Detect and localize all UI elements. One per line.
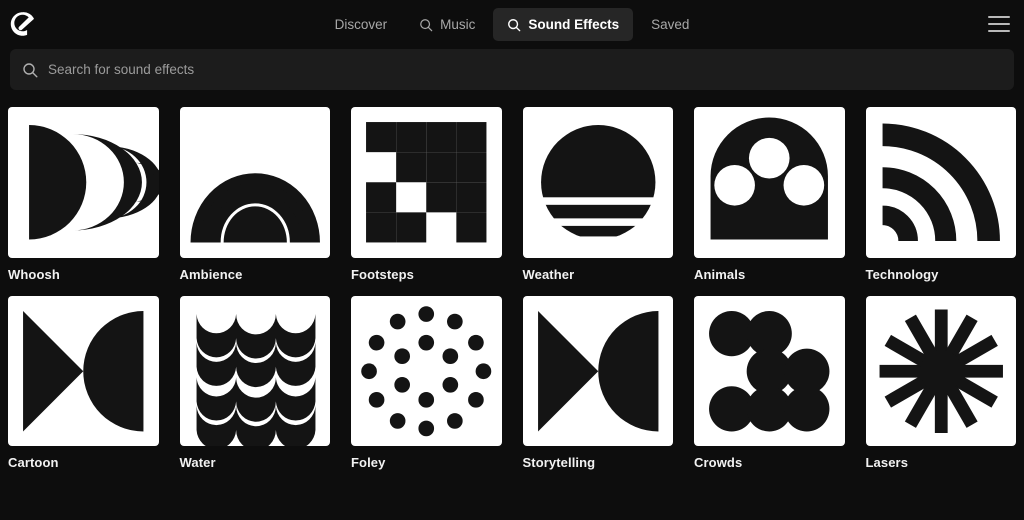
hamburger-line (988, 16, 1010, 18)
category-label: Crowds (694, 455, 743, 470)
water-icon (179, 295, 330, 446)
category-label: Lasers (865, 455, 909, 470)
category-label: Cartoon (8, 455, 59, 470)
category-label: Animals (694, 266, 746, 282)
primary-nav: Discover Music Sound Effects Saved (321, 0, 704, 49)
hamburger-menu-icon[interactable] (988, 14, 1010, 34)
search-input[interactable] (48, 62, 1002, 77)
epidemic-sound-logo-icon[interactable] (8, 10, 36, 38)
nav-label-discover: Discover (334, 17, 388, 32)
technology-icon (865, 107, 1016, 258)
category-label: Weather (522, 266, 575, 282)
category-tile-technology[interactable]: Technology (865, 107, 1016, 282)
hamburger-line (988, 30, 1010, 32)
nav-item-sound-effects[interactable]: Sound Effects (493, 8, 634, 41)
category-tile-weather[interactable]: Weather (522, 107, 673, 282)
foley-icon (351, 295, 502, 446)
category-tile-ambience[interactable]: Ambience (179, 107, 330, 282)
whoosh-icon (8, 107, 159, 258)
nav-label-saved: Saved (651, 17, 690, 32)
category-grid: Whoosh Ambience Footsteps Weather Animal… (0, 107, 1024, 470)
category-label: Footsteps (351, 266, 415, 282)
category-label: Foley (351, 455, 386, 470)
category-tile-cartoon[interactable]: Cartoon (8, 295, 159, 470)
category-tile-lasers[interactable]: Lasers (865, 295, 1016, 470)
nav-item-discover[interactable]: Discover (321, 8, 402, 41)
nav-label-music: Music (440, 17, 476, 32)
nav-label-sound-effects: Sound Effects (528, 17, 620, 32)
category-tile-whoosh[interactable]: Whoosh (8, 107, 159, 282)
nav-item-saved[interactable]: Saved (637, 8, 703, 41)
lasers-icon (865, 295, 1016, 446)
search-icon (22, 62, 38, 78)
category-label: Ambience (179, 266, 243, 282)
category-tile-foley[interactable]: Foley (351, 295, 502, 470)
category-tile-crowds[interactable]: Crowds (694, 295, 845, 470)
category-tile-water[interactable]: Water (179, 295, 330, 470)
category-tile-animals[interactable]: Animals (694, 107, 845, 282)
category-tile-storytelling[interactable]: Storytelling (522, 295, 673, 470)
storytelling-icon (522, 295, 673, 446)
search-icon (419, 18, 433, 32)
category-label: Technology (865, 266, 939, 282)
search-bar[interactable] (10, 49, 1014, 90)
search-section (0, 49, 1024, 90)
hamburger-line (988, 23, 1010, 25)
category-tile-footsteps[interactable]: Footsteps (351, 107, 502, 282)
top-navigation-bar: Discover Music Sound Effects Saved (0, 0, 1024, 49)
footsteps-icon (351, 107, 502, 258)
animals-icon (694, 107, 845, 258)
search-icon (507, 18, 521, 32)
category-label: Storytelling (522, 455, 596, 470)
crowds-icon (694, 295, 845, 446)
nav-item-music[interactable]: Music (405, 8, 489, 41)
category-label: Whoosh (8, 266, 60, 282)
ambience-icon (179, 107, 330, 258)
weather-icon (522, 107, 673, 258)
cartoon-icon (8, 295, 159, 446)
category-label: Water (179, 455, 216, 470)
